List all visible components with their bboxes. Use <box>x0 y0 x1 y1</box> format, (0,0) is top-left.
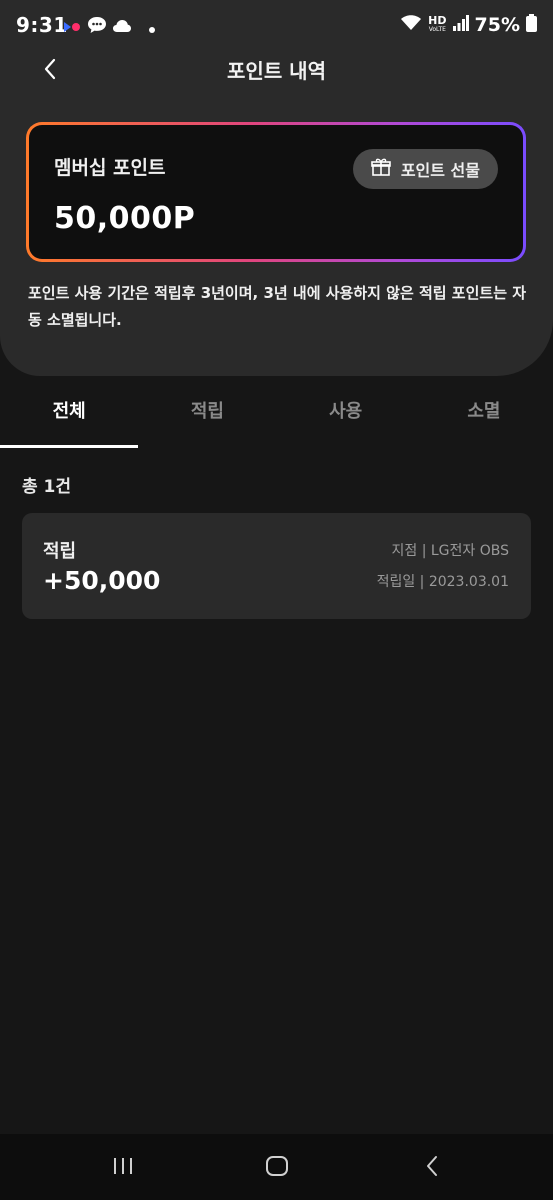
hd-voice-icon: HD VoLTE <box>428 14 447 33</box>
page-title: 포인트 내역 <box>227 59 326 83</box>
history-item[interactable]: 적립 +50,000 지점 | LG전자 OBS 적립일 | 2023.03.0… <box>22 513 531 619</box>
battery-percent: 75% <box>474 14 520 36</box>
recent-apps-button[interactable] <box>103 1152 143 1184</box>
status-bar: 9:31 HD VoLTE 75% <box>0 0 553 52</box>
signal-icon <box>452 15 469 35</box>
tab-bar: 전체 적립 사용 소멸 <box>0 376 553 448</box>
tab-used[interactable]: 사용 <box>277 376 415 448</box>
home-icon <box>265 1155 289 1181</box>
history-date: 적립일 | 2023.03.01 <box>376 574 509 590</box>
points-notice: 포인트 사용 기간은 적립후 3년이며, 3년 내에 사용하지 않은 적립 포인… <box>28 284 527 329</box>
app-dots-icon <box>64 18 82 37</box>
tab-expired[interactable]: 소멸 <box>415 376 553 448</box>
tab-all[interactable]: 전체 <box>0 376 139 448</box>
gift-icon <box>371 157 391 181</box>
total-count: 총 1건 <box>22 477 72 497</box>
history-amount: +50,000 <box>43 566 161 595</box>
membership-card-inner: 멤버십 포인트 50,000P 포인트 선물 <box>29 125 523 259</box>
cloud-icon <box>112 18 132 37</box>
wifi-icon <box>400 14 422 36</box>
gift-points-button[interactable]: 포인트 선물 <box>352 149 498 189</box>
notification-icons <box>64 16 155 38</box>
history-branch: 지점 | LG전자 OBS <box>391 543 509 559</box>
system-back-button[interactable] <box>412 1152 452 1184</box>
back-icon <box>425 1155 439 1181</box>
dot-icon <box>149 18 155 37</box>
membership-card: 멤버십 포인트 50,000P 포인트 선물 <box>26 122 526 262</box>
app-root: 9:31 HD VoLTE 75% 포인트 내역 멤버십 포인트 50,000P… <box>0 0 553 1200</box>
membership-points: 50,000P <box>54 201 196 236</box>
system-nav-bar <box>0 1134 553 1200</box>
history-type: 적립 <box>43 541 77 562</box>
status-time: 9:31 <box>16 13 68 37</box>
battery-icon <box>526 14 537 36</box>
gift-button-label: 포인트 선물 <box>400 161 480 180</box>
chat-bubble-icon <box>87 16 107 38</box>
membership-label: 멤버십 포인트 <box>54 157 166 179</box>
home-button[interactable] <box>257 1152 297 1184</box>
hd-label: HD <box>428 14 447 27</box>
recent-apps-icon <box>112 1156 134 1180</box>
tab-earned[interactable]: 적립 <box>138 376 276 448</box>
status-right: HD VoLTE 75% <box>400 14 537 36</box>
